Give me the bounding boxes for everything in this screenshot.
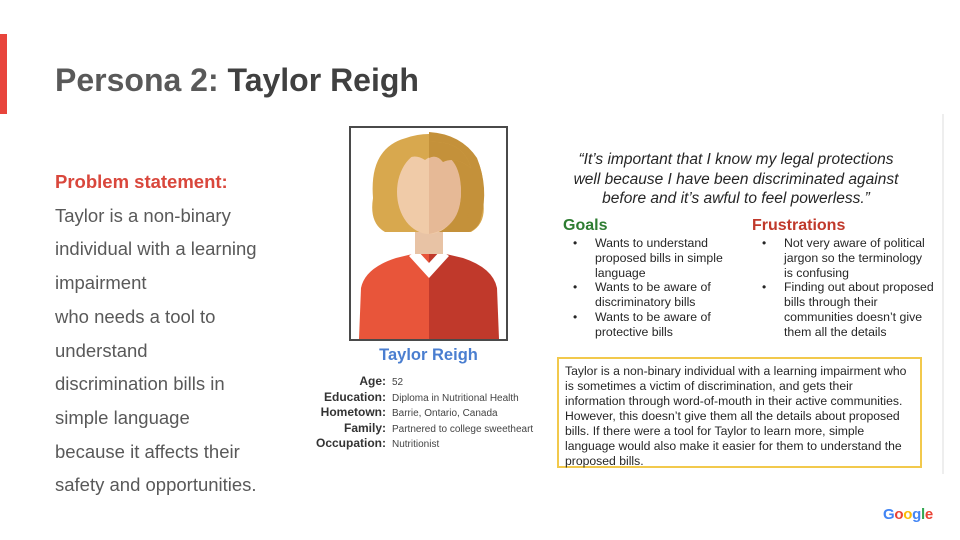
accent-bar xyxy=(0,34,7,114)
persona-field-labels: Age: Education: Hometown: Family: Occupa… xyxy=(300,374,386,452)
problem-line: Taylor is a non-binary xyxy=(55,204,231,226)
problem-statement: Problem statement: Taylor is a non-binar… xyxy=(55,165,305,502)
persona-field-values: 52 Diploma in Nutritional Health Barrie,… xyxy=(392,374,562,452)
problem-line: who needs a tool to xyxy=(55,305,216,327)
page-title: Persona 2: Taylor Reigh xyxy=(55,62,419,99)
problem-line: safety and opportunities. xyxy=(55,474,257,496)
field-value-education: Diploma in Nutritional Health xyxy=(392,392,519,404)
field-value-hometown: Barrie, Ontario, Canada xyxy=(392,408,498,419)
goal-item: Wants to be aware of protective bills xyxy=(565,310,745,340)
field-label-hometown: Hometown: xyxy=(320,405,386,419)
goals-list: Wants to understand proposed bills in si… xyxy=(565,236,745,340)
frustration-item: Finding out about proposed bills through… xyxy=(754,280,934,339)
title-name: Taylor Reigh xyxy=(227,62,419,98)
card-edge xyxy=(942,114,944,474)
logo-letter: e xyxy=(924,506,933,523)
frustrations-list: Not very aware of political jargon so th… xyxy=(754,236,934,340)
problem-line: individual with a learning xyxy=(55,238,257,260)
field-label-family: Family: xyxy=(343,420,386,435)
frustrations-heading: Frustrations xyxy=(752,217,846,234)
logo-letter: o xyxy=(894,506,904,523)
goal-item: Wants to be aware of discriminatory bill… xyxy=(565,280,745,310)
problem-line: understand xyxy=(55,339,148,361)
problem-line: discrimination bills in xyxy=(55,373,225,395)
field-label-age: Age: xyxy=(359,374,386,388)
logo-letter: g xyxy=(912,506,921,523)
field-value-age: 52 xyxy=(392,377,404,388)
problem-line: impairment xyxy=(55,272,147,294)
logo-letter: G xyxy=(883,506,895,523)
persona-quote: “It’s important that I know my legal pro… xyxy=(556,150,916,209)
logo-letter: o xyxy=(903,506,913,523)
persona-name: Taylor Reigh xyxy=(379,346,478,364)
problem-line: because it affects their xyxy=(55,440,240,462)
problem-statement-label: Problem statement: xyxy=(55,171,228,192)
goals-heading: Goals xyxy=(563,217,608,234)
field-label-education: Education: xyxy=(324,389,386,404)
quote-line: well because I have been discriminated a… xyxy=(573,170,899,188)
field-value-family: Partnered to college sweetheart xyxy=(392,423,534,435)
frustration-item: Not very aware of political jargon so th… xyxy=(754,236,934,280)
goal-item: Wants to understand proposed bills in si… xyxy=(565,236,745,280)
quote-line: before and it’s awful to feel powerless.… xyxy=(602,190,870,207)
field-value-occupation: Nutritionist xyxy=(392,439,440,450)
persona-avatar xyxy=(349,126,508,341)
title-prefix: Persona 2: xyxy=(55,62,228,98)
quote-line: “It’s important that I know my legal pro… xyxy=(578,151,894,168)
field-label-occupation: Occupation: xyxy=(315,436,386,450)
problem-line: simple language xyxy=(55,406,190,428)
person-avatar-icon xyxy=(351,128,506,339)
persona-summary: Taylor is a non-binary individual with a… xyxy=(557,357,922,468)
google-logo: Google xyxy=(883,506,933,523)
